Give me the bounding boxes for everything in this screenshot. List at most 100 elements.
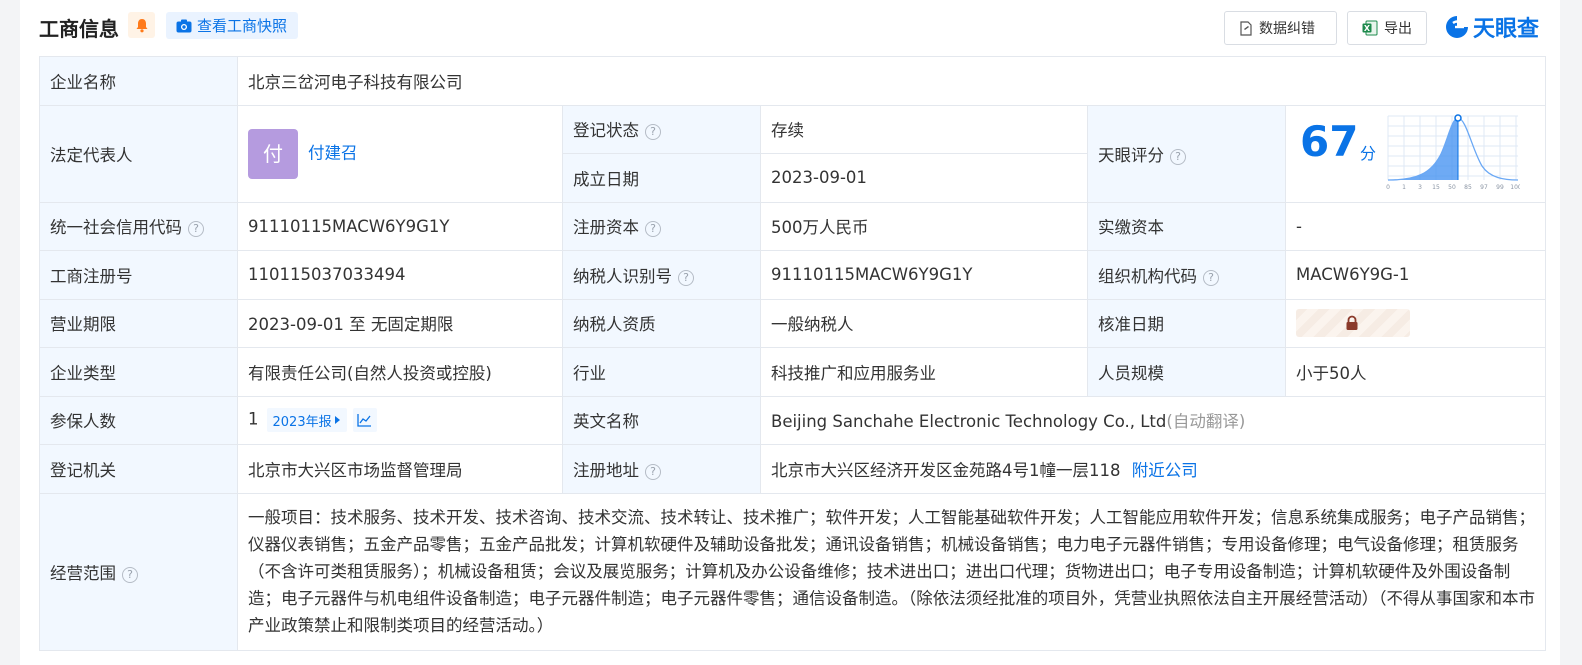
credit-code-value: 91110115MACW6Y9G1Y <box>237 201 563 251</box>
status-badge: 存续 <box>760 104 1088 154</box>
org-code-value: MACW6Y9G-1 <box>1284 250 1547 300</box>
document-edit-icon <box>1240 20 1252 36</box>
table-row: 登记机关 北京市大兴区市场监督管理局 注册地址? 北京市大兴区经济开发区金苑路4… <box>39 444 1547 494</box>
biz-reg-no-value: 110115037033494 <box>237 250 563 300</box>
table-row: 企业名称 北京三岔河电子科技有限公司 <box>39 56 1547 106</box>
locked-content[interactable] <box>1296 309 1410 338</box>
field-label: 工商注册号 <box>39 250 238 300</box>
svg-text:X: X <box>1364 24 1371 33</box>
score-axis-tick: 3 <box>1418 184 1422 191</box>
snapshot-label: 查看工商快照 <box>197 17 288 35</box>
company-type-value: 有限责任公司(自然人投资或控股) <box>237 347 563 397</box>
legal-rep-cell: 付付建召 <box>237 104 563 203</box>
taxpayer-id-label: 纳税人识别号 <box>573 266 672 286</box>
help-icon[interactable]: ? <box>645 463 661 480</box>
field-label: 纳税人资质 <box>562 298 761 348</box>
reg-authority-value: 北京市大兴区市场监督管理局 <box>237 444 563 494</box>
business-scope-value: 一般项目：技术服务、技术开发、技术咨询、技术交流、技术转让、技术推广；软件开发；… <box>236 492 1547 651</box>
help-icon[interactable]: ? <box>645 221 661 238</box>
score-axis-tick: 97 <box>1480 184 1488 191</box>
score-label: 天眼评分 <box>1098 145 1164 165</box>
left-gutter <box>0 0 20 665</box>
industry-value: 科技推广和应用服务业 <box>760 347 1088 397</box>
export-button[interactable]: X 导出 <box>1347 11 1427 45</box>
field-label: 行业 <box>562 347 761 397</box>
help-icon[interactable]: ? <box>678 269 694 286</box>
line-chart-icon <box>357 414 372 427</box>
insured-value: 1 <box>248 409 259 429</box>
field-label-reg-status: 登记状态? <box>562 104 761 154</box>
table-row: 工商注册号 110115037033494 纳税人识别号? 91110115MA… <box>39 250 1547 300</box>
reg-address-value: 北京市大兴区经济开发区金苑路4号1幢一层118 <box>771 460 1121 480</box>
field-label: 法定代表人 <box>39 104 238 203</box>
score-cell[interactable]: 67 分 0 1 3 15 50 85 97 99 100 <box>1284 104 1547 203</box>
brand-logo: 天眼查 <box>1444 11 1539 43</box>
credit-code-label: 统一社会信用代码 <box>50 218 182 238</box>
brand-name: 天眼查 <box>1473 17 1540 42</box>
legal-rep-link[interactable]: 付建召 <box>308 143 358 162</box>
insured-cell: 1 2023年报 <box>237 395 563 445</box>
auto-translate-note: (自动翻译) <box>1166 412 1246 432</box>
score-distribution-chart: 0 1 3 15 50 85 97 99 100 <box>1386 113 1520 191</box>
panel-header: 工商信息 查看工商快照 数据纠错 X 导出 天眼查 <box>20 0 1560 54</box>
field-label: 英文名称 <box>562 395 761 445</box>
field-label: 企业类型 <box>39 347 238 397</box>
score-axis-tick: 85 <box>1464 184 1472 191</box>
view-snapshot-button[interactable]: 查看工商快照 <box>166 12 298 39</box>
reg-status-label: 登记状态 <box>573 121 639 141</box>
field-label-score: 天眼评分? <box>1087 104 1286 203</box>
field-label-reg-address: 注册地址? <box>562 444 761 494</box>
field-label-scope: 经营范围? <box>39 492 238 651</box>
taxpayer-qual-value: 一般纳税人 <box>760 298 1088 348</box>
company-name-value: 北京三岔河电子科技有限公司 <box>236 56 1547 106</box>
bell-icon[interactable] <box>128 12 155 38</box>
taxpayer-id-value: 91110115MACW6Y9G1Y <box>760 250 1088 300</box>
table-row: 法定代表人 付付建召 登记状态? 存续 天眼评分? 67 分 0 1 3 15 … <box>39 104 1547 203</box>
score-axis-tick: 50 <box>1448 184 1456 191</box>
field-label: 营业期限 <box>39 298 238 348</box>
business-info-panel: 工商信息 查看工商快照 数据纠错 X 导出 天眼查 企业名称 北京三岔河电子科技… <box>20 0 1560 665</box>
data-correction-button[interactable]: 数据纠错 <box>1224 11 1337 45</box>
approve-date-cell <box>1284 298 1547 348</box>
help-icon[interactable]: ? <box>1170 148 1186 165</box>
trend-chart-button[interactable] <box>352 408 377 433</box>
score-axis-tick: 1 <box>1402 184 1406 191</box>
score-axis-tick: 15 <box>1432 184 1440 191</box>
english-name-cell: Beijing Sanchahe Electronic Technology C… <box>759 395 1547 445</box>
table-row: 经营范围? 一般项目：技术服务、技术开发、技术咨询、技术交流、技术转让、技术推广… <box>39 492 1547 651</box>
reg-address-cell: 北京市大兴区经济开发区金苑路4号1幢一层118 附近公司 <box>759 444 1547 494</box>
score-axis-tick: 100 <box>1510 184 1520 191</box>
term-value: 2023-09-01 至 无固定期限 <box>237 298 563 348</box>
nearby-companies-link[interactable]: 附近公司 <box>1132 461 1198 480</box>
score-axis-tick: 99 <box>1496 184 1504 191</box>
help-icon[interactable]: ? <box>188 221 204 238</box>
help-icon[interactable]: ? <box>645 124 661 141</box>
table-row: 企业类型 有限责任公司(自然人投资或控股) 行业 科技推广和应用服务业 人员规模… <box>39 347 1547 397</box>
english-name-value: Beijing Sanchahe Electronic Technology C… <box>771 412 1167 432</box>
score-value: 67 <box>1300 116 1359 166</box>
field-label: 人员规模 <box>1087 347 1286 397</box>
found-date-value: 2023-09-01 <box>760 153 1088 203</box>
help-icon[interactable]: ? <box>122 566 138 583</box>
avatar[interactable]: 付 <box>248 128 298 179</box>
org-code-label: 组织机构代码 <box>1098 266 1197 286</box>
field-label-credit-code: 统一社会信用代码? <box>39 201 238 251</box>
help-icon[interactable]: ? <box>1203 269 1219 286</box>
business-info-table: 企业名称 北京三岔河电子科技有限公司 法定代表人 付付建召 登记状态? 存续 天… <box>39 56 1547 651</box>
table-row: 统一社会信用代码? 91110115MACW6Y9G1Y 注册资本? 500万人… <box>39 201 1547 251</box>
staff-size-value: 小于50人 <box>1284 347 1547 397</box>
field-label: 登记机关 <box>39 444 238 494</box>
reg-capital-value: 500万人民币 <box>760 201 1088 251</box>
scope-label: 经营范围 <box>50 563 116 583</box>
annual-report-tag[interactable]: 2023年报 <box>266 408 347 433</box>
field-label: 企业名称 <box>39 56 238 106</box>
reg-capital-label: 注册资本 <box>573 218 639 238</box>
field-label: 参保人数 <box>39 395 238 445</box>
paid-capital-value: - <box>1284 201 1547 251</box>
table-row: 营业期限 2023-09-01 至 无固定期限 纳税人资质 一般纳税人 核准日期 <box>39 298 1547 348</box>
score-unit: 分 <box>1360 143 1377 163</box>
field-label-taxpayer-id: 纳税人识别号? <box>562 250 761 300</box>
excel-icon: X <box>1362 20 1378 36</box>
export-label: 导出 <box>1384 21 1412 37</box>
section-title: 工商信息 <box>39 17 119 41</box>
